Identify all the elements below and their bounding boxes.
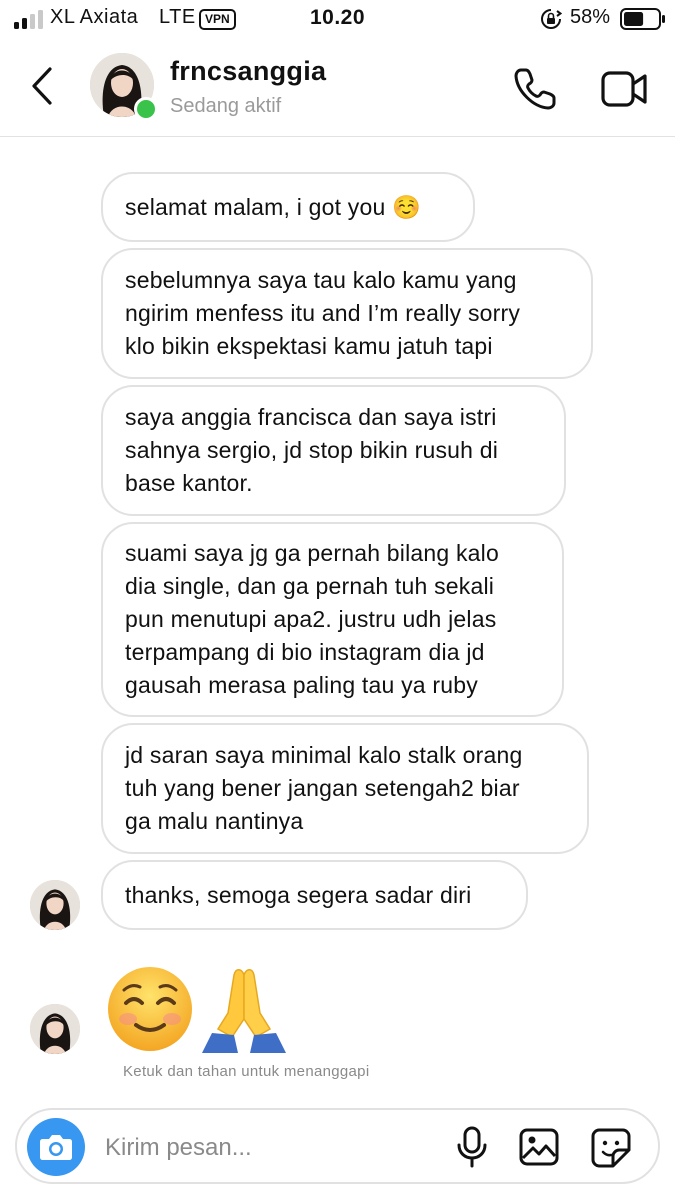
message-bubble[interactable]: jd saran saya minimal kalo stalk orang t…	[101, 723, 589, 854]
phone-icon[interactable]	[512, 66, 558, 112]
sender-avatar[interactable]	[30, 1004, 80, 1054]
message-composer	[15, 1108, 660, 1184]
chat-username[interactable]: frncsanggia	[170, 56, 326, 87]
video-camera-icon[interactable]	[600, 68, 648, 110]
message-bubble[interactable]: saya anggia francisca dan saya istri sah…	[101, 385, 566, 516]
battery-icon	[620, 8, 665, 30]
back-chevron-icon[interactable]	[28, 66, 58, 106]
message-text: jd saran saya minimal kalo stalk orang t…	[125, 742, 523, 834]
message-bubble[interactable]: thanks, semoga segera sadar diri	[101, 860, 528, 930]
camera-button[interactable]	[27, 1118, 85, 1176]
folded-hands-icon[interactable]	[198, 963, 290, 1055]
message-text: selamat malam, i got you ☺️	[125, 193, 421, 220]
activity-status: Sedang aktif	[170, 95, 282, 117]
message-bubble[interactable]: selamat malam, i got you ☺️	[101, 172, 475, 242]
smiling-face-icon[interactable]	[104, 963, 196, 1055]
sticker-icon[interactable]	[591, 1128, 631, 1168]
rotation-lock-icon	[541, 9, 562, 29]
online-status-dot	[134, 97, 158, 121]
message-text: thanks, semoga segera sadar diri	[125, 881, 472, 908]
message-bubble[interactable]: suami saya jg ga pernah bilang kalo dia …	[101, 522, 564, 717]
camera-icon	[40, 1135, 72, 1160]
message-text: sebelumnya saya tau kalo kamu yang ngiri…	[125, 267, 521, 359]
reaction-hint: Ketuk dan tahan untuk menanggapi	[123, 1063, 370, 1080]
sender-avatar[interactable]	[30, 880, 80, 930]
message-input[interactable]	[103, 1130, 437, 1166]
profile-avatar[interactable]	[90, 53, 158, 121]
microphone-icon[interactable]	[454, 1126, 490, 1168]
message-text: suami saya jg ga pernah bilang kalo dia …	[125, 540, 499, 698]
gallery-icon[interactable]	[519, 1128, 559, 1166]
message-text: saya anggia francisca dan saya istri sah…	[125, 404, 499, 496]
battery-percentage: 58%	[570, 6, 611, 28]
message-bubble[interactable]: sebelumnya saya tau kalo kamu yang ngiri…	[101, 248, 593, 379]
chat-header: frncsanggia Sedang aktif	[0, 40, 675, 137]
status-bar: XL Axiata LTE VPN 10.20 58%	[0, 0, 675, 40]
